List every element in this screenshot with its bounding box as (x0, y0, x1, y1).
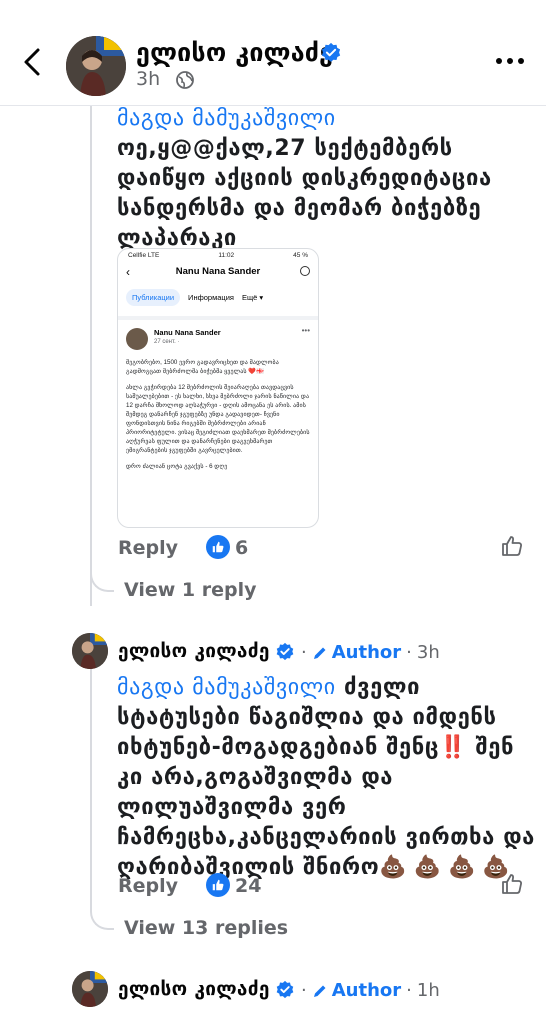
like-thumb-icon[interactable] (500, 534, 524, 562)
embed-post-text: მეგობრებო, 1500 ევრო გადავრიცხეთ და მადლ… (118, 354, 318, 482)
post-header: ელისო კილაძე 3h (0, 0, 546, 106)
author-label: Author (331, 642, 402, 663)
mention-link[interactable]: მაგდა მამუკაშვილი (117, 106, 336, 131)
thread-curve (90, 898, 114, 930)
comment-meta: · Author · 3h (301, 642, 440, 663)
search-icon (300, 266, 310, 276)
comment-author-name[interactable]: ელისო კილაძე (118, 978, 270, 1000)
embed-post-header: Nanu Nana Sander 27 сент. · ••• (118, 320, 318, 354)
author-badge: Author (312, 642, 401, 663)
reply-button[interactable]: Reply (118, 537, 178, 559)
embed-paragraph: დრო ძალიან ცოტა გვაქვს - 6 დღე (126, 463, 228, 470)
clock-label: 11:02 (218, 252, 235, 259)
author-badge: Author (312, 980, 401, 1001)
double-exclamation-icon: ‼️ (439, 735, 468, 760)
pencil-icon (313, 647, 326, 659)
more-dots-icon[interactable] (496, 58, 524, 64)
attached-screenshot[interactable]: Cellfie LTE 11:02 45 % ‹ Nanu Nana Sande… (117, 248, 319, 528)
separator-dot: · (301, 980, 307, 1001)
tab-info: Информация (188, 293, 234, 302)
separator-dot: · (406, 980, 412, 1001)
separator-dot: · (406, 642, 412, 663)
separator-dot: · (301, 642, 307, 663)
avatar[interactable] (72, 971, 108, 1007)
like-thumb-icon[interactable] (500, 872, 524, 900)
like-reaction-icon (206, 535, 230, 559)
thread-line (90, 106, 92, 606)
reply-button[interactable]: Reply (118, 875, 178, 897)
mention-link[interactable]: მაგდა მამუკაშვილი (117, 675, 336, 700)
thread-curve (90, 560, 114, 592)
comment-meta: · Author · 1h (301, 980, 440, 1001)
like-count: 24 (235, 875, 262, 897)
verified-badge-icon (275, 980, 295, 1004)
like-reaction-icon (206, 873, 230, 897)
avatar[interactable] (72, 633, 108, 669)
comment-text: ოე,ყ@@ქალ,27 სექტემბერს დაიწყო აქციის დი… (117, 136, 492, 251)
view-replies-link[interactable]: View 13 replies (124, 917, 288, 939)
embed-paragraph: მეგობრებო, 1500 ევრო გადავრიცხეთ და მადლ… (126, 359, 279, 375)
like-count: 6 (235, 537, 249, 559)
embed-tabs: Публикации Информация Ещё ▾ (118, 283, 318, 312)
verified-badge-icon (320, 42, 342, 68)
comment-body: მაგდა მამუკაშვილი ძველი სტატუსები წაგიშლ… (117, 673, 537, 883)
back-chevron-icon: ‹ (126, 265, 130, 279)
back-chevron-icon[interactable] (18, 44, 48, 80)
view-replies-link[interactable]: View 1 reply (124, 579, 257, 601)
embed-post-author: Nanu Nana Sander (154, 328, 221, 337)
embed-post-date: 27 сент. · (154, 339, 180, 345)
carrier-label: Cellfie LTE (128, 252, 160, 259)
comment-author-name[interactable]: ელისო კილაძე (118, 640, 270, 662)
comment-time: 1h (416, 980, 440, 1001)
author-name[interactable]: ელისო კილაძე (136, 38, 333, 67)
embed-navbar: ‹ Nanu Nana Sander (118, 261, 318, 283)
status-bar: Cellfie LTE 11:02 45 % (118, 249, 318, 261)
poop-emoji-icon: 💩 💩 💩 💩 (379, 855, 510, 880)
verified-badge-icon (275, 642, 295, 666)
avatar (126, 328, 148, 350)
more-dots-icon: ••• (301, 326, 310, 335)
embed-page-title: Nanu Nana Sander (175, 266, 261, 277)
author-label: Author (331, 980, 402, 1001)
avatar[interactable] (66, 36, 126, 96)
embed-paragraph: ახლა გვჭირდება 12 მებრძოლის შეიარაღება თ… (126, 384, 310, 454)
battery-label: 45 % (293, 252, 308, 259)
comment-time: 3h (416, 642, 440, 663)
comment-body: მაგდა მამუკაშვილი ოე,ყ@@ქალ,27 სექტემბერ… (117, 104, 527, 254)
thread-line (90, 668, 92, 908)
tab-more: Ещё ▾ (241, 293, 264, 302)
globe-icon (175, 70, 195, 94)
pencil-icon (313, 985, 326, 997)
post-time: 3h (136, 68, 161, 90)
tab-posts: Публикации (126, 289, 181, 306)
